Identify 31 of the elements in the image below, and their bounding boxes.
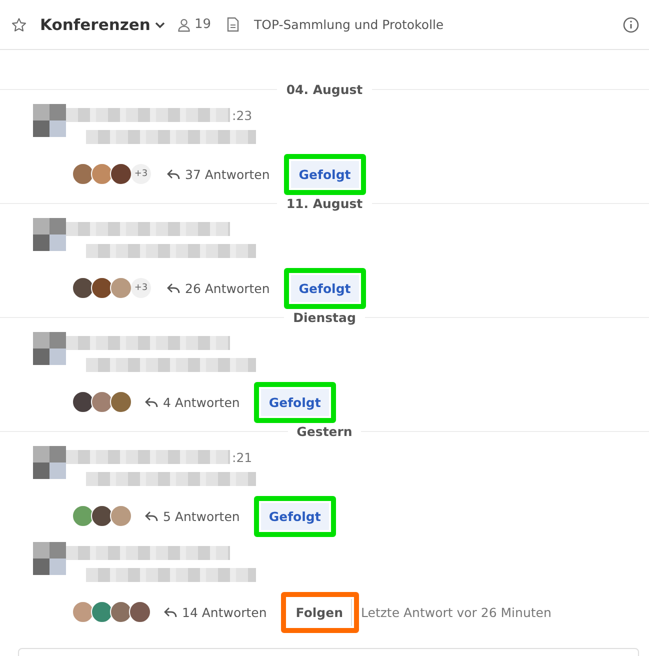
- message-time: :21: [232, 450, 252, 464]
- channel-title[interactable]: Konferenzen: [40, 16, 150, 34]
- info-icon[interactable]: [623, 16, 639, 32]
- star-icon[interactable]: [11, 16, 27, 32]
- follow-button[interactable]: Gefolgt: [290, 160, 359, 188]
- blurred-avatar: [33, 446, 66, 479]
- blurred-avatar: [33, 218, 66, 251]
- channel-topic: TOP-Sammlung und Protokolle: [254, 17, 444, 32]
- reply-icon: [167, 282, 180, 294]
- reply-count[interactable]: 37 Antworten: [185, 166, 270, 182]
- follow-button[interactable]: Gefolgt: [290, 274, 359, 302]
- reply-count[interactable]: 14 Antworten: [182, 604, 267, 620]
- follow-button[interactable]: Gefolgt: [260, 502, 329, 530]
- message-time: :23: [232, 108, 252, 122]
- reply-count[interactable]: 26 Antworten: [185, 280, 270, 296]
- blurred-avatar: [33, 104, 66, 137]
- reply-icon: [145, 396, 158, 408]
- blurred-avatar: [33, 332, 66, 365]
- reply-icon: [167, 168, 180, 180]
- reply-icon: [164, 606, 177, 618]
- blurred-avatar: [33, 542, 66, 575]
- reply-icon: [145, 510, 158, 522]
- reply-count[interactable]: 4 Antworten: [163, 394, 240, 410]
- member-count[interactable]: 19: [194, 17, 211, 32]
- user-icon: [177, 18, 192, 32]
- follow-button[interactable]: Gefolgt: [260, 388, 329, 416]
- more-count: +3: [131, 164, 151, 184]
- document-icon: [226, 17, 239, 32]
- more-count: +3: [131, 278, 151, 298]
- reply-count[interactable]: 5 Antworten: [163, 508, 240, 524]
- last-reply-text: Letzte Antwort vor 26 Minuten: [361, 604, 552, 620]
